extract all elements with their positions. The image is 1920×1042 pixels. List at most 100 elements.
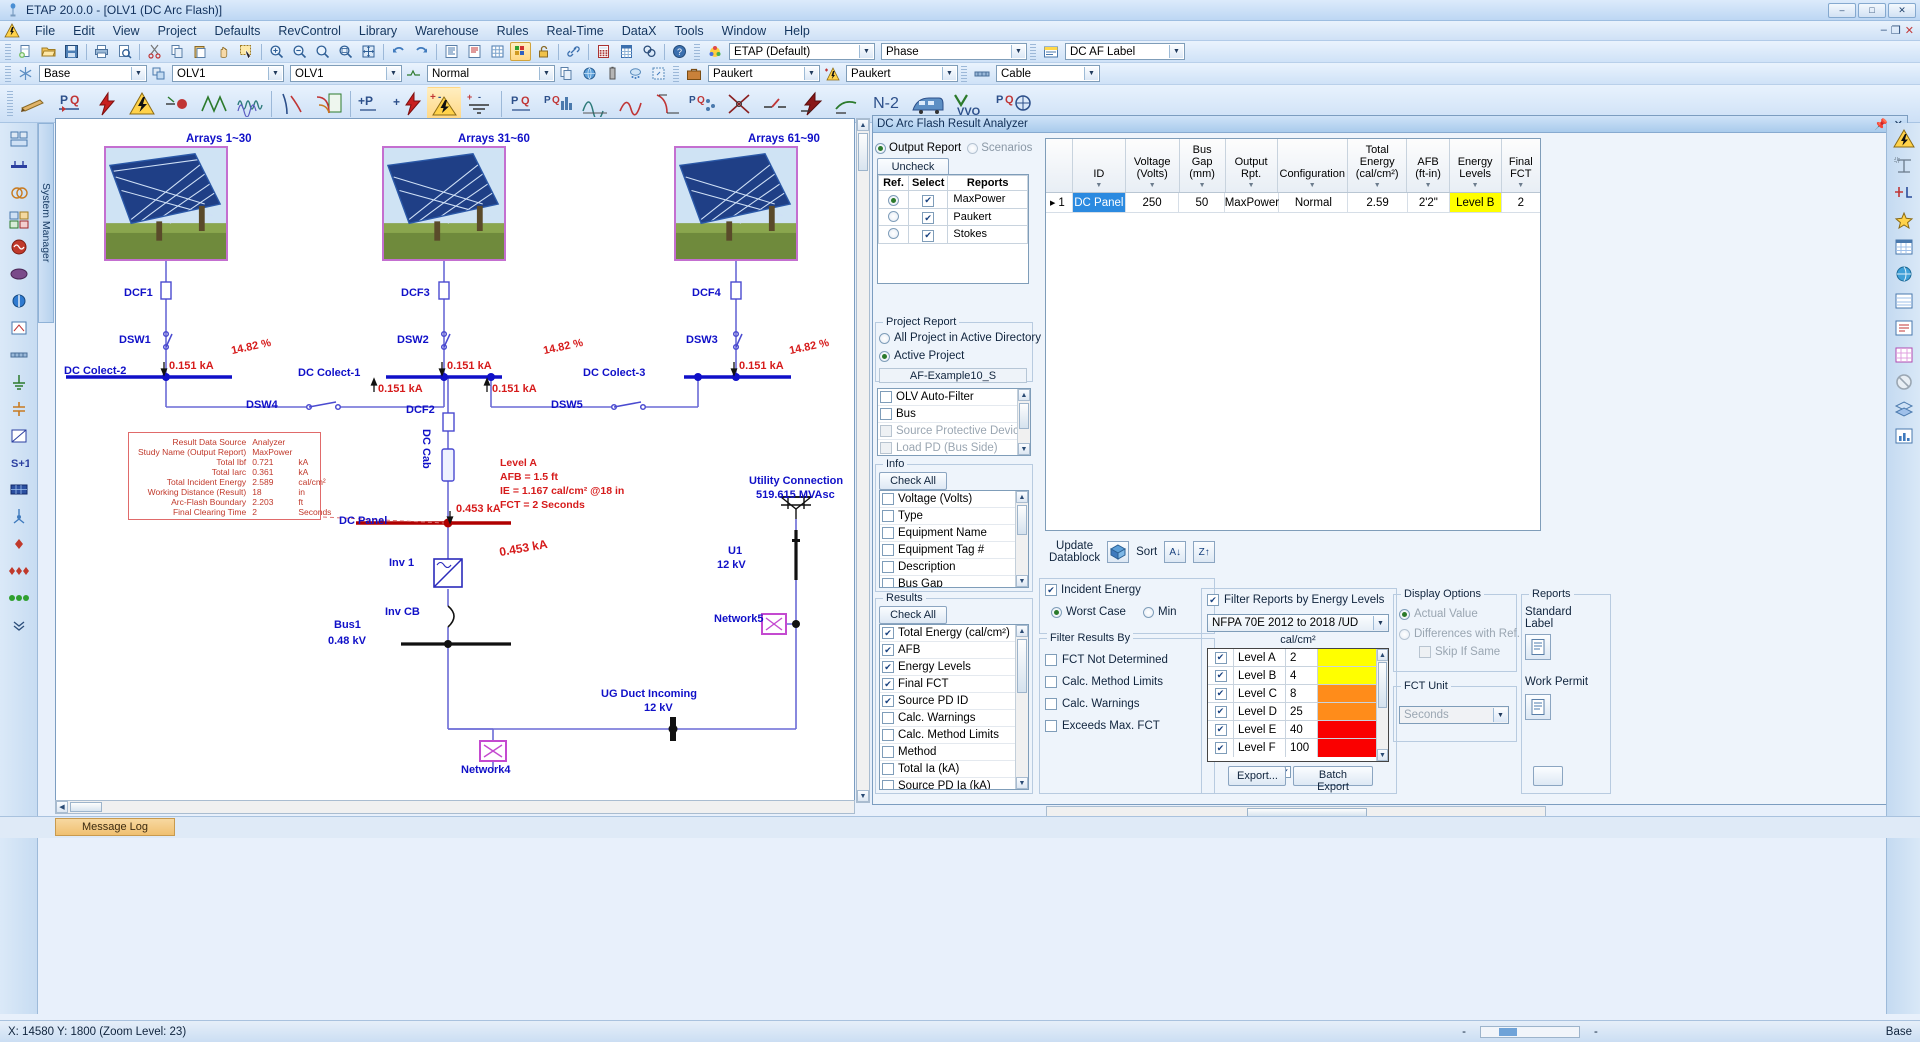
- exceeds-max-fct-checkbox[interactable]: Exceeds Max. FCT: [1045, 720, 1160, 732]
- col-bus-gap[interactable]: Bus Gap (mm) ▼: [1180, 139, 1226, 192]
- menu-item-library[interactable]: Library: [350, 22, 406, 40]
- scroll-up-icon[interactable]: ▲: [857, 119, 869, 131]
- base-combo[interactable]: Base ▼: [39, 65, 147, 82]
- scrollbar-thumb[interactable]: [1017, 639, 1027, 693]
- utility-mvasc[interactable]: 519.615 MVAsc: [756, 489, 835, 501]
- bus-icon[interactable]: [6, 154, 32, 178]
- array-label-2[interactable]: Arrays 31~60: [458, 133, 530, 145]
- device-label-invcb[interactable]: Inv CB: [385, 606, 420, 618]
- list-item[interactable]: Calc. Method Limits: [880, 727, 1028, 744]
- filter-arrow-icon[interactable]: ▼: [1199, 180, 1206, 192]
- reports-grid[interactable]: Ref. Select Reports ✔ MaxPower ✔ Paukert…: [877, 174, 1029, 284]
- spreadsheet-icon[interactable]: [616, 42, 637, 61]
- radio-dot-scenarios[interactable]: [967, 142, 979, 154]
- device-label-dcf1[interactable]: DCF1: [124, 287, 153, 299]
- device-label-dcf3[interactable]: DCF3: [401, 287, 430, 299]
- motor-accel-icon[interactable]: [161, 87, 195, 121]
- fct-unit-combo[interactable]: Seconds ▼: [1399, 706, 1509, 724]
- solar-pv-icon[interactable]: [6, 478, 32, 502]
- base-snowflake-icon[interactable]: [15, 64, 36, 83]
- ref-radio-cell[interactable]: [878, 190, 909, 209]
- list-item[interactable]: Type: [880, 508, 1028, 525]
- menu-item-file[interactable]: File: [26, 22, 64, 40]
- maximize-button[interactable]: □: [1858, 2, 1886, 18]
- list-item[interactable]: OLV Auto-Filter: [878, 389, 1030, 406]
- current-label-4[interactable]: 0.151 kA: [492, 383, 537, 395]
- toolbar-grip-4[interactable]: [5, 65, 11, 82]
- relay-curve-icon[interactable]: [276, 87, 310, 121]
- menu-item-datax[interactable]: DataX: [613, 22, 666, 40]
- arcflash-study-combo[interactable]: Paukert ▼: [846, 65, 958, 82]
- scrollbar-thumb[interactable]: [70, 802, 102, 812]
- calculator-icon[interactable]: [593, 42, 614, 61]
- bus-label-dc-colect-1[interactable]: DC Colect-1: [298, 367, 360, 379]
- list-item[interactable]: ✔ Total Energy (cal/cm²): [880, 625, 1028, 642]
- print-preview-icon[interactable]: [114, 42, 135, 61]
- checkbox-level-b[interactable]: ✔: [1214, 669, 1227, 682]
- coordination-icon[interactable]: [312, 87, 346, 121]
- select-check-cell[interactable]: ✔: [907, 225, 949, 244]
- chevron-down-icon[interactable]: ▼: [268, 67, 282, 80]
- cell-afb[interactable]: 2'2": [1408, 193, 1450, 212]
- minimize-button[interactable]: –: [1828, 2, 1856, 18]
- checkbox-type[interactable]: [882, 510, 894, 522]
- ref-radio-cell[interactable]: [878, 225, 909, 244]
- list-item[interactable]: ✔ Energy Levels: [880, 659, 1028, 676]
- row-expand-icon[interactable]: ▶: [1050, 199, 1055, 207]
- scenarios-radio[interactable]: Scenarios: [967, 142, 1032, 154]
- checkbox-equipment-tag[interactable]: [882, 544, 894, 556]
- scroll-down-icon[interactable]: ▼: [1016, 575, 1028, 587]
- menu-item-project[interactable]: Project: [149, 22, 206, 40]
- list-item[interactable]: Description: [880, 559, 1028, 576]
- cell-energy-level[interactable]: Level B: [1449, 193, 1502, 212]
- chevron-down-icon[interactable]: ▼: [1373, 616, 1387, 630]
- colored-nodes-icon[interactable]: [6, 586, 32, 610]
- oneline-diagram-canvas[interactable]: Arrays 1~30 Arrays 31~60 Arrays 61~90 DC…: [55, 118, 855, 803]
- scroll-up-icon[interactable]: ▲: [1016, 491, 1028, 503]
- checkbox-incident-energy[interactable]: ✔: [1045, 584, 1057, 596]
- battery-sizing-icon[interactable]: + -: [463, 87, 497, 121]
- checkbox-level-e[interactable]: ✔: [1214, 723, 1227, 736]
- dc-loadflow-icon[interactable]: +P: [355, 87, 389, 121]
- checkbox-level-c[interactable]: ✔: [1214, 687, 1227, 700]
- cell-id[interactable]: DC Panel: [1073, 193, 1126, 212]
- scroll-up-icon[interactable]: ▲: [1018, 389, 1030, 401]
- checkbox-voltage[interactable]: [882, 493, 894, 505]
- checkbox-calc-warnings-filter[interactable]: [1045, 698, 1057, 710]
- configuration-icon[interactable]: [148, 64, 169, 83]
- switching-icon[interactable]: [758, 87, 792, 121]
- filter-arrow-icon[interactable]: ▼: [1149, 180, 1156, 192]
- unlock-icon[interactable]: [533, 42, 554, 61]
- checkbox-calc-warnings[interactable]: [882, 712, 894, 724]
- toolbar-grip-3[interactable]: [1030, 43, 1036, 60]
- table-row[interactable]: ✔ Stokes: [878, 225, 1028, 244]
- export-button[interactable]: Export...: [1228, 766, 1286, 786]
- wind-icon[interactable]: [6, 505, 32, 529]
- checkbox-bus[interactable]: [880, 408, 892, 420]
- save-icon[interactable]: [61, 42, 82, 61]
- checkbox-select-paukert[interactable]: ✔: [922, 212, 935, 224]
- info-list-scrollbar[interactable]: ▲ ▼: [1015, 491, 1028, 587]
- system-manager-tab[interactable]: System Manager: [38, 123, 54, 323]
- menu-item-defaults[interactable]: Defaults: [205, 22, 269, 40]
- grid-icon[interactable]: [487, 42, 508, 61]
- olv-preset-combo[interactable]: OLV1 ▼: [290, 65, 402, 82]
- scroll-down-icon[interactable]: ▼: [1016, 777, 1028, 789]
- scrollbar-thumb[interactable]: [858, 133, 868, 171]
- cell-bus-gap[interactable]: 50: [1179, 193, 1226, 212]
- bus-label-dc-colect-2[interactable]: DC Colect-2: [64, 365, 126, 377]
- checkbox-select-maxpower[interactable]: ✔: [922, 194, 935, 207]
- device-label-dcf2[interactable]: DCF2: [406, 404, 435, 416]
- ug-duct-voltage[interactable]: 12 kV: [644, 702, 673, 714]
- dc-short-circuit-icon[interactable]: +: [391, 87, 425, 121]
- menu-item-edit[interactable]: Edit: [64, 22, 104, 40]
- device-label-dsw4[interactable]: DSW4: [246, 399, 278, 411]
- radio-ref-maxpower[interactable]: [888, 195, 899, 207]
- generator-icon[interactable]: [6, 235, 32, 259]
- work-permit-report-icon[interactable]: [1525, 694, 1551, 720]
- checkbox-level-d[interactable]: ✔: [1214, 705, 1227, 718]
- radio-ref-stokes[interactable]: [888, 228, 899, 240]
- chevron-down-icon[interactable]: ▼: [131, 67, 145, 80]
- bus-voltage-bus1[interactable]: 0.48 kV: [328, 635, 366, 647]
- sort-ascending-icon[interactable]: A↓: [1164, 541, 1187, 563]
